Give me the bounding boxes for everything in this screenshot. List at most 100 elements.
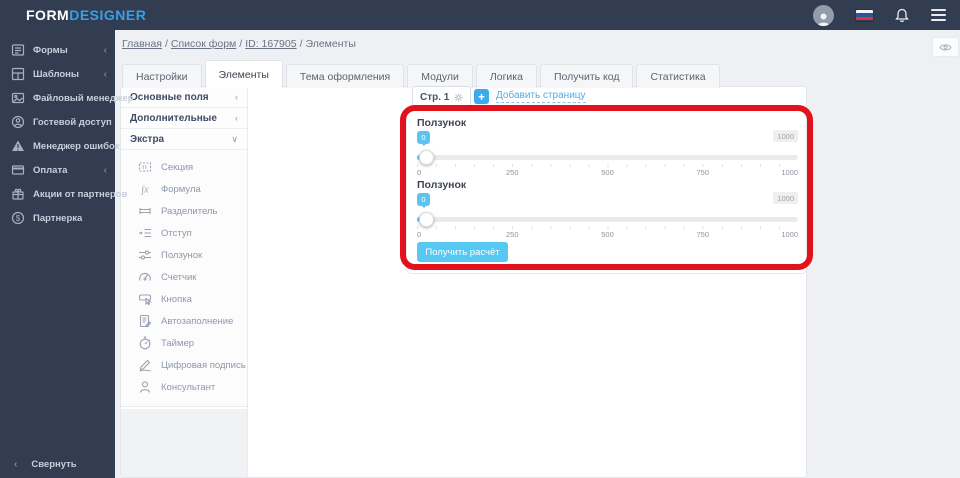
forms-icon xyxy=(11,43,25,57)
add-page-button[interactable]: + Добавить страницу xyxy=(474,89,586,104)
person-icon xyxy=(817,12,830,26)
breadcrumb-home[interactable]: Главная xyxy=(122,38,162,50)
slider-handle[interactable] xyxy=(419,150,434,165)
sidebar-item-affiliate[interactable]: $ Партнерка xyxy=(0,206,115,230)
slider-element-2: Ползунок 0 1000 0 250 500 750 1000 xyxy=(417,179,798,191)
slider-tick-labels: 0 250 500 750 1000 xyxy=(417,230,798,239)
tab-statistics[interactable]: Статистика xyxy=(636,64,719,88)
plus-icon: + xyxy=(474,89,489,104)
element-item-timer[interactable]: Таймер xyxy=(121,332,247,354)
tab-get-code[interactable]: Получить код xyxy=(540,64,634,88)
affiliate-icon: $ xyxy=(11,211,25,225)
slider-track[interactable] xyxy=(417,212,798,227)
button-icon xyxy=(138,292,152,306)
chevron-left-icon: ‹ xyxy=(104,69,107,80)
slider-icon xyxy=(138,248,152,262)
tab-logic[interactable]: Логика xyxy=(476,64,537,88)
slider-value-tooltip: 0 xyxy=(417,131,430,144)
section-icon xyxy=(138,160,152,174)
slider-track[interactable] xyxy=(417,150,798,165)
element-item-spacing[interactable]: Отступ xyxy=(121,222,247,244)
element-item-section[interactable]: Секция xyxy=(121,156,247,178)
slider-value-tooltip: 0 xyxy=(417,193,430,206)
tab-settings[interactable]: Настройки xyxy=(122,64,202,88)
slider-element-1: Ползунок 0 1000 0 250 500 750 1000 xyxy=(417,117,798,129)
consultant-icon xyxy=(138,380,152,394)
tab-elements[interactable]: Элементы xyxy=(205,60,283,88)
counter-icon xyxy=(138,270,152,284)
notifications-bell-icon[interactable] xyxy=(895,8,909,23)
breadcrumb-forms-list[interactable]: Список форм xyxy=(171,38,236,50)
section-extra[interactable]: Экстра ∨ xyxy=(121,129,247,150)
element-item-counter[interactable]: Счетчик xyxy=(121,266,247,288)
top-bar: FORMDESIGNER xyxy=(0,0,960,30)
slider-max-badge: 1000 xyxy=(773,192,798,204)
app-window: FORMDESIGNER Формы ‹ Шаблоны ‹ xyxy=(0,0,960,478)
svg-text:$: $ xyxy=(16,214,21,223)
chevron-left-icon: ‹ xyxy=(104,45,107,56)
sidebar-item-error-manager[interactable]: Менеджер ошибок xyxy=(0,134,115,158)
section-additional[interactable]: Дополнительные ‹ xyxy=(121,108,247,129)
element-item-signature[interactable]: Цифровая подпись xyxy=(121,354,247,376)
breadcrumb-form-id[interactable]: ID: 167905 xyxy=(245,38,296,50)
logo-text-form: FORM xyxy=(26,7,69,23)
sidebar-item-payment[interactable]: Оплата ‹ xyxy=(0,158,115,182)
chevron-left-icon: ‹ xyxy=(14,459,17,470)
topbar-actions xyxy=(813,0,946,30)
element-item-button[interactable]: Кнопка xyxy=(121,288,247,310)
element-item-divider[interactable]: Разделитель xyxy=(121,200,247,222)
guest-access-icon xyxy=(11,115,25,129)
elements-nav: Основные поля ‹ Дополнительные ‹ Экстра … xyxy=(121,87,248,477)
sidebar: Формы ‹ Шаблоны ‹ Файловый менеджер Гост… xyxy=(0,30,115,478)
slider-tick-labels: 0 250 500 750 1000 xyxy=(417,168,798,177)
element-item-slider[interactable]: Ползунок xyxy=(121,244,247,266)
slider-max-badge: 1000 xyxy=(773,130,798,142)
chevron-left-icon: ‹ xyxy=(104,165,107,176)
logo-text-designer: DESIGNER xyxy=(69,7,146,23)
page-settings-gear-icon[interactable] xyxy=(454,93,463,102)
templates-icon xyxy=(11,67,25,81)
svg-text:∫x: ∫x xyxy=(140,185,149,196)
breadcrumb-current: Элементы xyxy=(306,38,356,50)
sidebar-item-forms[interactable]: Формы ‹ xyxy=(0,38,115,62)
user-avatar[interactable] xyxy=(813,5,834,26)
chevron-down-icon: ∨ xyxy=(231,134,238,145)
language-flag-ru[interactable] xyxy=(856,10,873,21)
sidebar-item-guest-access[interactable]: Гостевой доступ xyxy=(0,110,115,134)
chevron-left-icon: ‹ xyxy=(235,92,238,102)
breadcrumb: Главная/Список форм/ID: 167905/Элементы xyxy=(122,38,356,50)
slider-handle[interactable] xyxy=(419,212,434,227)
file-manager-icon xyxy=(11,91,25,105)
sidebar-item-partner-offers[interactable]: Акции от партнеров xyxy=(0,182,115,206)
form-tabs: Настройки Элементы Тема оформления Модул… xyxy=(122,60,723,88)
sidebar-item-file-manager[interactable]: Файловый менеджер xyxy=(0,86,115,110)
extra-elements-list: Секция ∫x Формула Разделитель Отступ Пол… xyxy=(121,150,247,407)
slider-minor-ticks xyxy=(417,226,798,229)
section-basic-fields[interactable]: Основные поля ‹ xyxy=(121,87,247,108)
element-item-autofill[interactable]: Автозаполнение xyxy=(121,310,247,332)
page-tab-1[interactable]: Стр. 1 xyxy=(412,86,471,108)
preview-button[interactable] xyxy=(932,37,959,57)
timer-icon xyxy=(138,336,152,350)
app-logo[interactable]: FORMDESIGNER xyxy=(26,7,146,23)
sidebar-collapse-button[interactable]: ‹ Свернуть xyxy=(0,459,115,470)
menu-icon[interactable] xyxy=(931,9,946,21)
signature-icon xyxy=(138,358,152,372)
get-calculation-button[interactable]: Получить расчёт xyxy=(417,242,508,262)
divider-icon xyxy=(138,204,152,218)
error-manager-icon xyxy=(11,139,25,153)
sidebar-item-templates[interactable]: Шаблоны ‹ xyxy=(0,62,115,86)
tab-modules[interactable]: Модули xyxy=(407,64,473,88)
elements-nav-filler xyxy=(121,409,247,477)
eye-icon xyxy=(939,43,952,52)
autofill-icon xyxy=(138,314,152,328)
chevron-left-icon: ‹ xyxy=(235,113,238,123)
element-item-formula[interactable]: ∫x Формула xyxy=(121,178,247,200)
slider-label: Ползунок xyxy=(417,117,798,129)
formula-icon: ∫x xyxy=(138,182,152,196)
tab-theme[interactable]: Тема оформления xyxy=(286,64,404,88)
spacing-icon xyxy=(138,226,152,240)
form-canvas: Ползунок 0 1000 0 250 500 750 1000 Ползу… xyxy=(406,107,807,274)
element-item-consultant[interactable]: Консультант xyxy=(121,376,247,398)
payment-icon xyxy=(11,163,25,177)
